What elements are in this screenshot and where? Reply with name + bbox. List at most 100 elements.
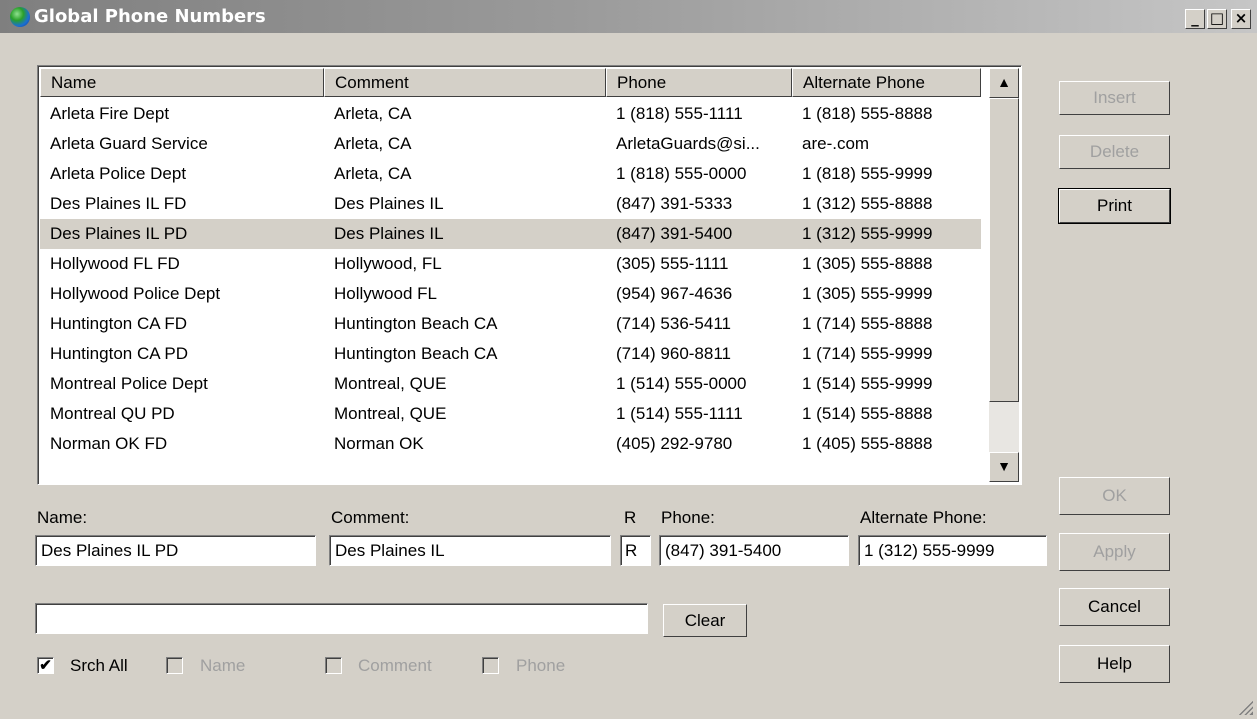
srch-all-label: Srch All — [70, 656, 128, 675]
column-header-alternate-phone[interactable]: Alternate Phone — [792, 68, 981, 97]
table-cell: (847) 391-5400 — [616, 224, 733, 243]
table-cell: Arleta, CA — [334, 134, 412, 153]
table-cell: Hollywood, FL — [334, 254, 442, 273]
table-cell: Montreal, QUE — [334, 374, 447, 393]
name-field[interactable]: Des Plaines IL PD — [35, 535, 316, 566]
alternate-phone-field[interactable]: 1 (312) 555-9999 — [858, 535, 1047, 566]
table-cell: are-.com — [802, 134, 870, 153]
phone-field[interactable]: (847) 391-5400 — [659, 535, 849, 566]
table-cell: Hollywood FL — [334, 284, 437, 303]
column-header-name[interactable]: Name — [40, 68, 324, 97]
table-cell: Huntington Beach CA — [334, 314, 498, 333]
table-cell: Hollywood FL FD — [50, 254, 180, 273]
globe-icon — [10, 7, 30, 27]
phone-checkbox[interactable] — [482, 657, 499, 674]
scroll-thumb[interactable] — [989, 98, 1019, 402]
table-cell: Arleta Fire Dept — [50, 104, 170, 123]
scroll-down-icon[interactable]: ▼ — [989, 452, 1019, 482]
table-cell: Norman OK FD — [50, 434, 168, 453]
table-cell: Arleta Guard Service — [50, 134, 208, 153]
table-cell: Montreal QU PD — [50, 404, 175, 423]
table-cell: Huntington Beach CA — [334, 344, 498, 363]
table-cell: Des Plaines IL — [334, 224, 444, 243]
comment-label: Comment: — [331, 508, 410, 527]
vertical-scrollbar[interactable]: ▲ ▼ — [989, 68, 1019, 482]
search-input[interactable] — [35, 603, 648, 634]
table-cell: (847) 391-5333 — [616, 194, 733, 213]
table-row[interactable]: Arleta Fire Dept Arleta, CA 1 (818) 555-11… — [40, 99, 981, 129]
column-header-comment[interactable]: Comment — [324, 68, 606, 97]
table-cell: Hollywood Police Dept — [50, 284, 221, 303]
column-header-phone[interactable]: Phone — [606, 68, 792, 97]
table-row[interactable]: Des Plaines IL PD Des Plaines IL (847) 391… — [40, 219, 981, 249]
window-title: Global Phone Numbers — [34, 6, 266, 27]
table-cell: 1 (312) 555-8888 — [802, 194, 933, 213]
table-cell: Arleta Police Dept — [50, 164, 187, 183]
apply-button[interactable]: Apply — [1059, 533, 1170, 571]
table-cell: 1 (405) 555-8888 — [802, 434, 933, 453]
table-cell: 1 (514) 555-9999 — [802, 374, 933, 393]
table-cell: 1 (818) 555-1111 — [616, 104, 743, 123]
print-button[interactable]: Print — [1058, 188, 1171, 224]
close-button[interactable]: × — [1231, 9, 1251, 29]
srch-all-checkbox[interactable]: ✔ — [37, 657, 54, 674]
table-cell: 1 (818) 555-8888 — [802, 104, 933, 123]
table-cell: 1 (305) 555-8888 — [802, 254, 933, 273]
comment-checkbox[interactable] — [325, 657, 342, 674]
comment-checkbox-label: Comment — [358, 656, 432, 675]
title-bar[interactable]: Global Phone Numbers _ □ × — [0, 0, 1257, 33]
cancel-button[interactable]: Cancel — [1059, 588, 1170, 626]
table-row[interactable]: Huntington CA FD Huntington Beach CA (714)… — [40, 309, 981, 339]
table-row[interactable]: Montreal QU PD Montreal, QUE 1 (514) 555-1… — [40, 399, 981, 429]
table-cell: 1 (514) 555-0000 — [616, 374, 747, 393]
table-cell: (405) 292-9780 — [616, 434, 733, 453]
name-checkbox[interactable] — [166, 657, 183, 674]
table-cell: (954) 967-4636 — [616, 284, 733, 303]
resize-grip-icon[interactable] — [1237, 699, 1253, 715]
table-row[interactable]: Hollywood Police Dept Hollywood FL (954) 9… — [40, 279, 981, 309]
table-cell: Des Plaines IL FD — [50, 194, 187, 213]
alternate-phone-label: Alternate Phone: — [860, 508, 987, 527]
table-cell: 1 (305) 555-9999 — [802, 284, 933, 303]
scroll-up-icon[interactable]: ▲ — [989, 68, 1019, 98]
table-row[interactable]: Arleta Police Dept Arleta, CA 1 (818) 555-… — [40, 159, 981, 189]
table-cell: Huntington CA FD — [50, 314, 188, 333]
table-row[interactable]: Norman OK FD Norman OK (405) 292-9780 1 (40… — [40, 429, 981, 459]
table-cell: 1 (514) 555-8888 — [802, 404, 933, 423]
clear-button[interactable]: Clear — [663, 604, 747, 637]
table-cell: 1 (312) 555-9999 — [802, 224, 933, 243]
table-cell: 1 (714) 555-8888 — [802, 314, 933, 333]
ok-button[interactable]: OK — [1059, 477, 1170, 515]
table-cell: ArletaGuards@si... — [616, 134, 760, 153]
table-cell: Montreal Police Dept — [50, 374, 208, 393]
table-row[interactable]: Arleta Guard Service Arleta, CA ArletaGuar… — [40, 129, 981, 159]
table-cell: Norman OK — [334, 434, 424, 453]
help-button[interactable]: Help — [1059, 645, 1170, 683]
table-cell: (305) 555-1111 — [616, 254, 729, 273]
table-cell: (714) 960-8811 — [616, 344, 731, 363]
delete-button[interactable]: Delete — [1059, 135, 1170, 169]
table-cell: 1 (818) 555-0000 — [616, 164, 747, 183]
insert-button[interactable]: Insert — [1059, 81, 1170, 115]
table-row[interactable]: Hollywood FL FD Hollywood, FL (305) 555-11… — [40, 249, 981, 279]
maximize-button[interactable]: □ — [1207, 9, 1227, 29]
table-row[interactable]: Montreal Police Dept Montreal, QUE 1 (514)… — [40, 369, 981, 399]
table-cell: 1 (714) 555-9999 — [802, 344, 933, 363]
name-checkbox-label: Name — [200, 656, 246, 675]
table-row[interactable]: Des Plaines IL FD Des Plaines IL (847) 391… — [40, 189, 981, 219]
table-cell: Huntington CA PD — [50, 344, 188, 363]
phone-label: Phone: — [661, 508, 715, 527]
r-label: R — [624, 508, 637, 527]
comment-field[interactable]: Des Plaines IL — [329, 535, 611, 566]
table-cell: 1 (514) 555-1111 — [616, 404, 743, 423]
table-cell: Montreal, QUE — [334, 404, 447, 423]
minimize-button[interactable]: _ — [1185, 9, 1205, 29]
table-cell: 1 (818) 555-9999 — [802, 164, 933, 183]
table-cell: (714) 536-5411 — [616, 314, 731, 333]
phone-list[interactable]: Name Comment Phone Alternate Phone Arlet… — [37, 65, 1022, 485]
name-label: Name: — [37, 508, 88, 527]
table-row[interactable]: Huntington CA PD Huntington Beach CA (714)… — [40, 339, 981, 369]
table-cell: Arleta, CA — [334, 164, 412, 183]
phone-checkbox-label: Phone — [516, 656, 566, 675]
r-field[interactable]: R — [620, 535, 651, 566]
